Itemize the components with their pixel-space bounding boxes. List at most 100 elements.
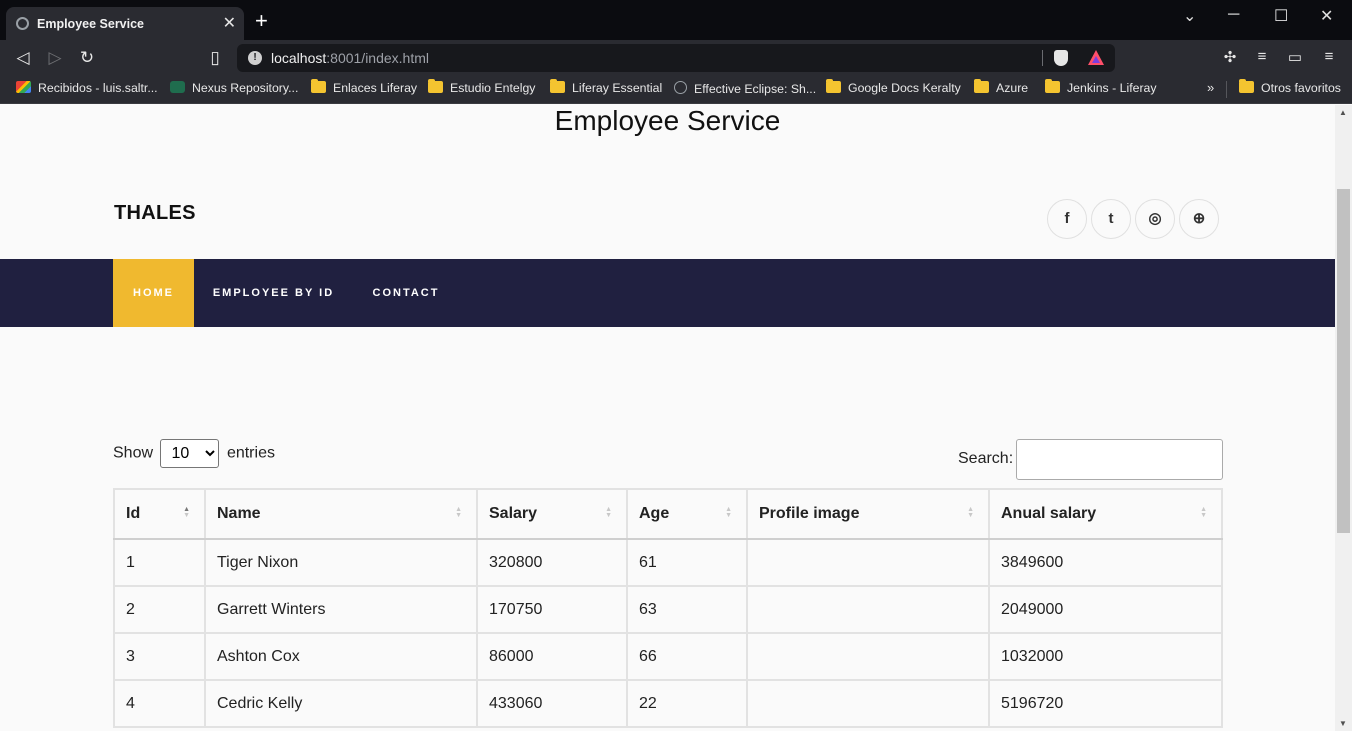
back-icon[interactable]: ◁ (11, 46, 35, 70)
instagram-icon[interactable]: ◎ (1135, 199, 1175, 239)
cell-profile-image (746, 632, 990, 681)
brave-shields-icon[interactable] (1054, 50, 1068, 66)
menu-icon[interactable]: ≡ (1319, 48, 1339, 65)
cell-id: 2 (113, 585, 206, 634)
nav-contact[interactable]: CONTACT (353, 259, 459, 327)
table-row: 3 Ashton Cox 86000 66 1032000 (113, 632, 1223, 681)
sort-icon: ▲ ▼ (725, 506, 732, 519)
bookmark-item[interactable]: Nexus Repository... (170, 81, 298, 99)
folder-icon (1239, 79, 1254, 93)
maximize-icon[interactable]: ☐ (1274, 6, 1288, 26)
sort-icon: ▲ ▼ (967, 506, 974, 519)
browser-tab[interactable]: Employee Service ✕ (6, 7, 244, 40)
cell-anual-salary: 1032000 (988, 632, 1223, 681)
bookmark-item[interactable]: Effective Eclipse: Sh... (674, 81, 816, 99)
forward-icon[interactable]: ▷ (43, 46, 67, 70)
cell-id: 4 (113, 679, 206, 728)
dribbble-icon[interactable]: ⊕ (1179, 199, 1219, 239)
column-header-name[interactable]: Name ▲ ▼ (204, 488, 478, 540)
cell-age: 22 (626, 679, 748, 728)
cell-anual-salary: 5196720 (988, 679, 1223, 728)
site-info-icon[interactable]: ! (248, 51, 262, 65)
tab-title: Employee Service (37, 17, 145, 31)
brand-logo[interactable]: THALES (114, 202, 196, 225)
tab-search-icon[interactable]: ⌄ (1183, 6, 1196, 26)
folder-icon (550, 79, 565, 93)
cell-anual-salary: 2049000 (988, 585, 1223, 634)
cell-id: 1 (113, 538, 206, 587)
cell-name: Ashton Cox (204, 632, 478, 681)
cell-salary: 320800 (476, 538, 628, 587)
cell-profile-image (746, 585, 990, 634)
media-playlist-icon[interactable]: ≡ (1252, 48, 1272, 65)
column-header-profile-image[interactable]: Profile image ▲ ▼ (746, 488, 990, 540)
page-title: Employee Service (554, 105, 781, 136)
folder-icon (428, 79, 443, 93)
cell-salary: 170750 (476, 585, 628, 634)
search-input[interactable] (1016, 439, 1223, 480)
column-header-salary[interactable]: Salary ▲ ▼ (476, 488, 628, 540)
address-bar[interactable]: ! localhost:8001/index.html (237, 44, 1115, 72)
folder-icon (826, 79, 841, 93)
cell-salary: 86000 (476, 632, 628, 681)
reload-icon[interactable]: ↻ (75, 46, 99, 70)
cell-age: 63 (626, 585, 748, 634)
facebook-icon[interactable]: f (1047, 199, 1087, 239)
nexus-icon (170, 81, 185, 93)
sort-icon: ▲ ▼ (455, 506, 462, 519)
cell-profile-image (746, 538, 990, 587)
sort-icon: ▲ ▼ (183, 506, 190, 519)
wallet-icon[interactable]: ▭ (1285, 48, 1305, 66)
brave-rewards-icon[interactable] (1088, 50, 1104, 65)
folder-icon (974, 79, 989, 93)
folder-icon (311, 79, 326, 93)
gmail-icon (16, 81, 31, 93)
close-tab-icon[interactable]: ✕ (223, 13, 236, 33)
more-bookmarks-icon[interactable]: » (1207, 80, 1214, 95)
table-row: 2 Garrett Winters 170750 63 2049000 (113, 585, 1223, 634)
scrollbar-thumb[interactable] (1337, 189, 1350, 533)
bookmark-item[interactable]: Jenkins - Liferay (1045, 79, 1157, 99)
close-window-icon[interactable]: ✕ (1320, 6, 1333, 26)
browser-title-bar: Employee Service ✕ + ⌄ ─ ☐ ✕ (0, 0, 1352, 40)
cell-salary: 433060 (476, 679, 628, 728)
cell-name: Tiger Nixon (204, 538, 478, 587)
column-header-anual-salary[interactable]: Anual salary ▲ ▼ (988, 488, 1223, 540)
twitter-icon[interactable]: t (1091, 199, 1131, 239)
folder-icon (1045, 79, 1060, 93)
sort-icon: ▲ ▼ (1200, 506, 1207, 519)
vertical-scrollbar[interactable]: ▲ ▼ (1335, 105, 1352, 731)
bookmarks-separator (1226, 81, 1227, 98)
extensions-icon[interactable]: ✣ (1220, 48, 1240, 66)
column-header-id[interactable]: Id ▲ ▼ (113, 488, 206, 540)
cell-id: 3 (113, 632, 206, 681)
bookmark-item[interactable]: Recibidos - luis.saltr... (16, 81, 158, 99)
bookmarks-bar: Recibidos - luis.saltr... Nexus Reposito… (0, 75, 1352, 104)
table-header-row: Id ▲ ▼ Name ▲ ▼ Salary ▲ ▼ Age ▲ ▼ Profile image… (113, 488, 1223, 540)
scroll-down-icon[interactable]: ▼ (1339, 719, 1347, 728)
table-length-control: Show 10 entries (113, 439, 275, 468)
column-header-age[interactable]: Age ▲ ▼ (626, 488, 748, 540)
url-separator (1042, 50, 1043, 66)
main-navbar: HOME EMPLOYEE BY ID CONTACT (0, 259, 1335, 327)
page-viewport: Employee Service THALES f t ◎ ⊕ HOME EMP… (0, 105, 1335, 731)
scroll-up-icon[interactable]: ▲ (1339, 108, 1347, 117)
sort-icon: ▲ ▼ (605, 506, 612, 519)
bookmark-item[interactable]: Estudio Entelgy (428, 79, 535, 99)
bookmark-item[interactable]: Enlaces Liferay (311, 79, 417, 99)
bookmark-item[interactable]: Google Docs Keralty (826, 79, 961, 99)
cell-age: 66 (626, 632, 748, 681)
nav-employee-by-id[interactable]: EMPLOYEE BY ID (194, 259, 353, 327)
page-length-select[interactable]: 10 (160, 439, 220, 468)
entries-label: entries (226, 444, 275, 462)
bookmark-item[interactable]: Liferay Essential (550, 79, 662, 99)
url-text[interactable]: localhost:8001/index.html (271, 50, 429, 66)
bookmark-icon[interactable]: ▯ (203, 46, 227, 70)
other-bookmarks[interactable]: Otros favoritos (1239, 79, 1341, 99)
globe-icon (674, 81, 687, 94)
bookmark-item[interactable]: Azure (974, 79, 1028, 99)
minimize-icon[interactable]: ─ (1228, 6, 1239, 24)
nav-home[interactable]: HOME (113, 259, 194, 327)
new-tab-icon[interactable]: + (255, 10, 268, 32)
table-row: 1 Tiger Nixon 320800 61 3849600 (113, 538, 1223, 587)
